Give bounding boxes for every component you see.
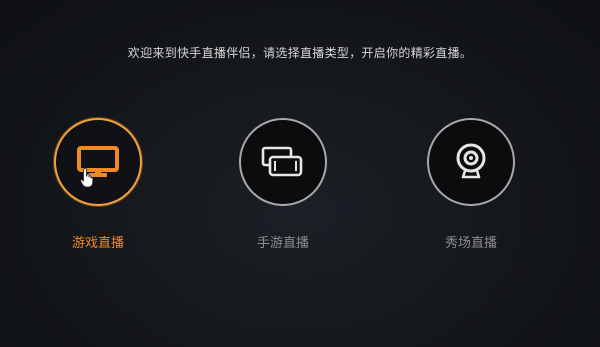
option-game-live-circle[interactable] <box>54 118 142 206</box>
devices-icon <box>261 146 303 177</box>
option-show-live-circle[interactable] <box>427 118 515 206</box>
option-show-live[interactable]: 秀场直播 <box>416 118 526 251</box>
live-type-selection-screen: 欢迎来到快手直播伴侣，请选择直播类型，开启你的精彩直播。 游戏直播 手游直播 秀… <box>0 0 600 347</box>
option-mobile-game-live[interactable]: 手游直播 <box>228 118 338 251</box>
hand-cursor-icon <box>80 168 94 188</box>
option-game-live[interactable]: 游戏直播 <box>43 118 153 251</box>
option-game-live-label[interactable]: 游戏直播 <box>43 232 153 251</box>
webcam-icon <box>456 143 486 179</box>
option-mobile-game-live-circle[interactable] <box>239 118 327 206</box>
welcome-message: 欢迎来到快手直播伴侣，请选择直播类型，开启你的精彩直播。 <box>127 46 473 60</box>
option-mobile-game-live-label[interactable]: 手游直播 <box>228 232 338 251</box>
option-show-live-label[interactable]: 秀场直播 <box>416 232 526 251</box>
